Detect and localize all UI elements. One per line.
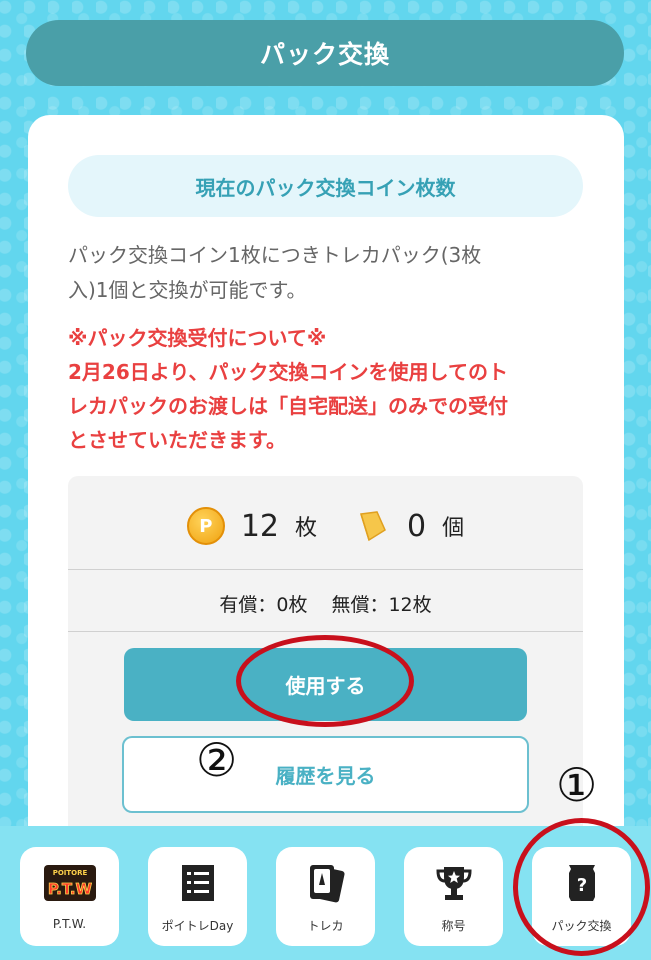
description-line: パック交換コイン1枚につきトレカパック(3枚 bbox=[68, 243, 482, 267]
paid-free-row: 有償：0枚 無償：12枚 bbox=[68, 583, 583, 623]
nav-item-poitore-day[interactable]: ポイトレDay bbox=[148, 847, 247, 946]
list-icon bbox=[178, 861, 218, 905]
ptw-logo-icon: POITORE P.T.W bbox=[42, 861, 98, 905]
coin-count: 12 bbox=[240, 508, 280, 544]
notice-line: 2月26日より、パック交換コインを使用してのト bbox=[68, 360, 508, 384]
notice-line: レカパックのお渡しは「自宅配送」のみでの受付 bbox=[68, 394, 508, 418]
coin-unit: 枚 bbox=[295, 516, 318, 541]
page-title-bar: パック交換 bbox=[26, 20, 624, 86]
description-line: 入)1個と交換が可能です。 bbox=[68, 278, 307, 302]
counts-row: P 12 枚 0 個 bbox=[68, 503, 583, 549]
pack-exchange-card: 現在のパック交換コイン枚数 パック交換コイン1枚につきトレカパック(3枚 入)1… bbox=[28, 115, 624, 876]
nav-item-toreka[interactable]: トレカ bbox=[276, 847, 375, 946]
annotation-circle-pack-exchange bbox=[513, 818, 650, 956]
notice-line: ※パック交換受付について※ bbox=[68, 326, 327, 350]
notice-line: とさせていただきます。 bbox=[68, 428, 286, 452]
trophy-icon bbox=[434, 861, 474, 905]
nav-label: P.T.W. bbox=[52, 917, 87, 931]
page-title: パック交換 bbox=[259, 40, 390, 69]
history-button[interactable]: 履歴を見る bbox=[122, 736, 529, 813]
paid-count: 有償：0枚 bbox=[219, 593, 308, 616]
pack-icon bbox=[360, 511, 386, 542]
ptw-logo-top-text: POITORE bbox=[52, 869, 87, 877]
coin-count-heading: 現在のパック交換コイン枚数 bbox=[68, 155, 583, 217]
pack-count: 0 bbox=[407, 508, 427, 544]
pack-unit: 個 bbox=[442, 516, 465, 541]
nav-label: ポイトレDay bbox=[161, 919, 234, 933]
cards-icon bbox=[304, 861, 348, 905]
coin-icon: P bbox=[186, 507, 225, 545]
divider bbox=[68, 569, 583, 570]
free-count: 無償：12枚 bbox=[331, 593, 432, 616]
history-button-label: 履歴を見る bbox=[275, 764, 376, 788]
coin-icon-letter: P bbox=[199, 515, 213, 537]
nav-label: 称号 bbox=[441, 919, 466, 933]
ptw-logo-main-text: P.T.W bbox=[47, 880, 92, 898]
nav-item-title[interactable]: 称号 bbox=[404, 847, 503, 946]
annotation-circle-use bbox=[236, 635, 414, 727]
divider bbox=[68, 631, 583, 632]
nav-label: トレカ bbox=[307, 919, 344, 933]
notice-text: ※パック交換受付について※ 2月26日より、パック交換コインを使用してのト レカ… bbox=[68, 321, 593, 457]
annotation-number-1: ① bbox=[556, 758, 598, 812]
annotation-number-2: ② bbox=[196, 733, 238, 787]
nav-item-ptw[interactable]: POITORE P.T.W P.T.W. bbox=[20, 847, 119, 946]
description-text: パック交換コイン1枚につきトレカパック(3枚 入)1個と交換が可能です。 bbox=[68, 238, 583, 308]
